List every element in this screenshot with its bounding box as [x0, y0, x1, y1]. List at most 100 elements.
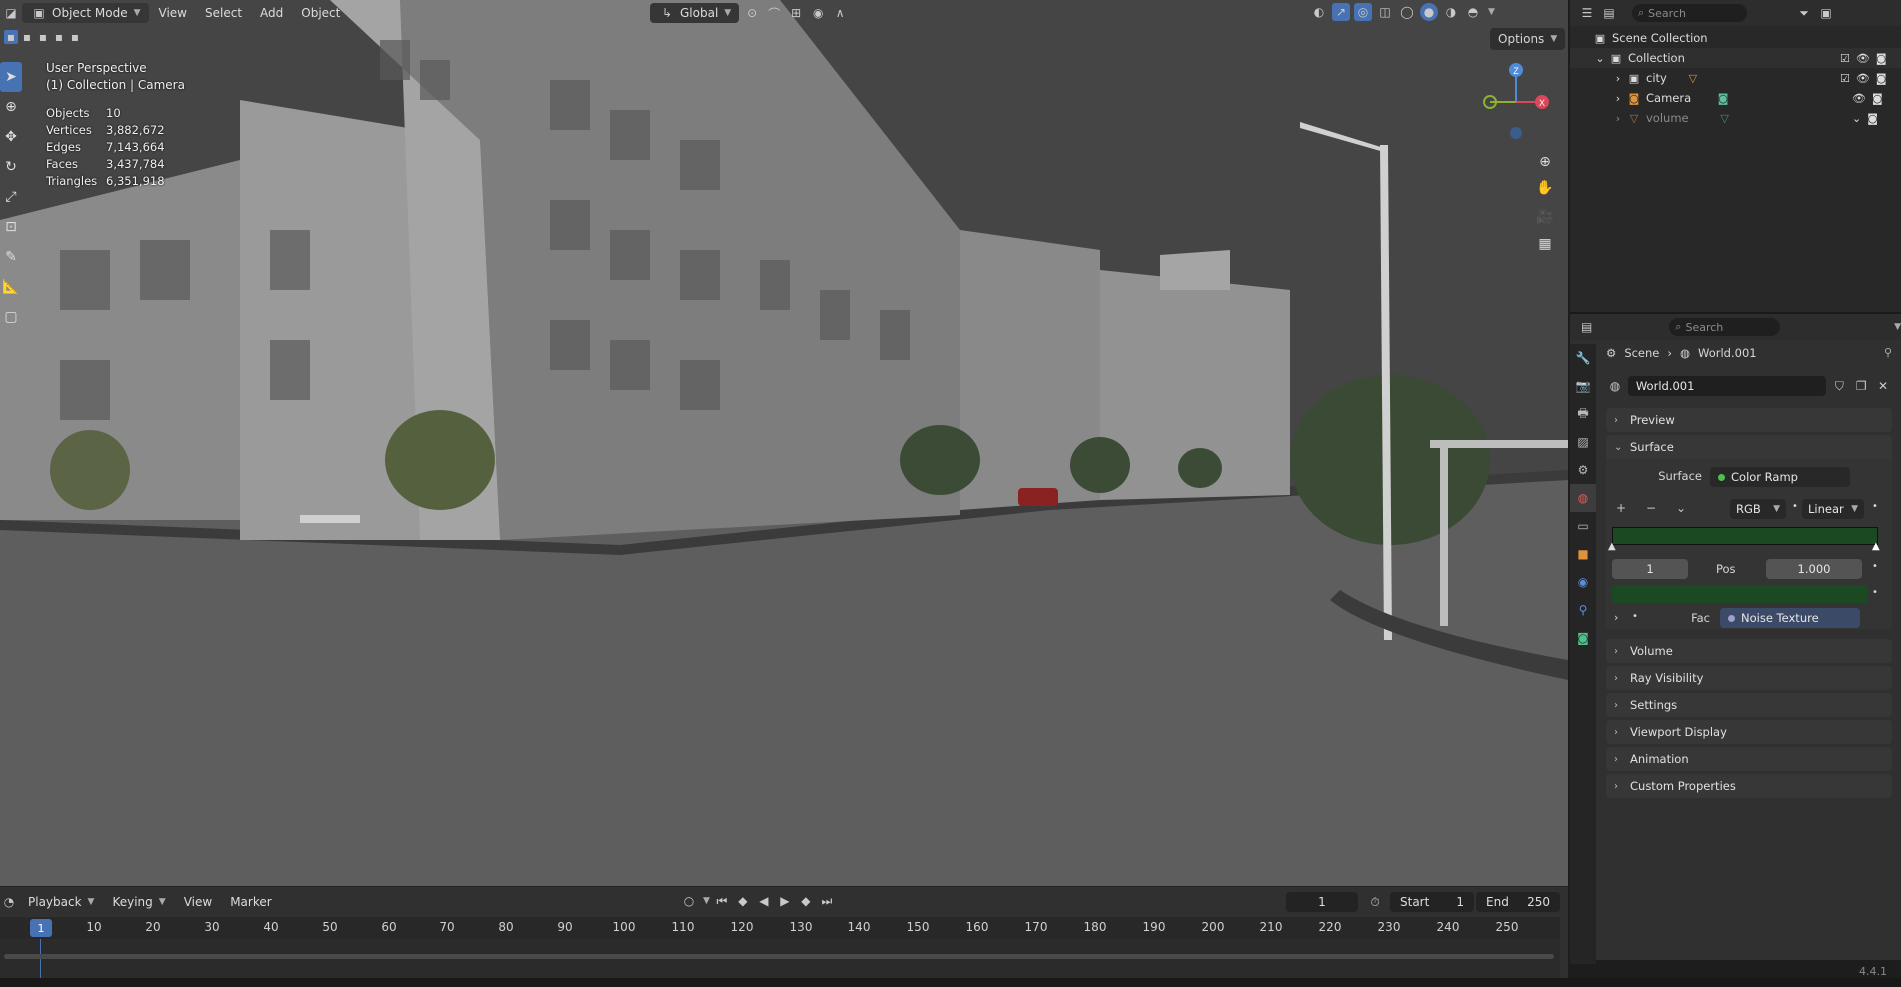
move-tool-icon[interactable]: ✥	[0, 122, 22, 152]
panel-settings[interactable]: › Settings	[1606, 693, 1892, 717]
camera-icon[interactable]: ◙	[1876, 72, 1887, 85]
select-subtract-icon[interactable]: ▪	[36, 30, 50, 44]
select-extend-icon[interactable]: ▪	[20, 30, 34, 44]
start-frame-field[interactable]: Start 1	[1390, 892, 1474, 912]
output-tab-icon[interactable]: 🖶	[1570, 400, 1596, 428]
duplicate-icon[interactable]: ❐	[1852, 377, 1870, 395]
zoom-icon[interactable]: ⊕	[1533, 150, 1557, 174]
end-frame-field[interactable]: End 250	[1476, 892, 1560, 912]
chevron-down-icon[interactable]: ⌄	[1592, 50, 1608, 66]
eye-icon[interactable]: 👁	[1852, 92, 1866, 105]
prev-keyframe-icon[interactable]: ◆	[734, 892, 752, 910]
color-ramp-bar[interactable]	[1612, 527, 1878, 545]
color-mode-dropdown[interactable]: RGB ▼	[1730, 499, 1786, 519]
editor-type-icon[interactable]: ◔	[0, 893, 18, 911]
orientation-dropdown[interactable]: ↳ Global ▼	[650, 3, 740, 23]
constraints-tab-icon[interactable]: ⚲	[1570, 596, 1596, 624]
pin-icon[interactable]: ⚲	[1884, 346, 1892, 359]
outliner-item-collection[interactable]: ⌄ ▣ Collection ☑ 👁 ◙	[1570, 48, 1901, 68]
visibility-icon[interactable]: ◐	[1310, 3, 1328, 21]
object-tab-icon[interactable]: ■	[1570, 540, 1596, 568]
properties-search[interactable]: ⌕ Search	[1669, 318, 1781, 336]
data-tab-icon[interactable]: ◙	[1570, 624, 1596, 652]
new-collection-icon[interactable]: ▣	[1817, 4, 1835, 22]
camera-icon[interactable]: ◙	[1872, 92, 1883, 105]
playhead-marker[interactable]: 1	[30, 919, 52, 937]
overlay-toggle-icon[interactable]: ◎	[1354, 3, 1372, 21]
menu-keying[interactable]: Keying ▼	[104, 892, 173, 912]
play-icon[interactable]: ▶	[776, 892, 794, 910]
navigation-gizmo[interactable]: Z X	[1480, 60, 1554, 140]
falloff-icon[interactable]: ∧	[831, 4, 849, 22]
world-browse-icon[interactable]: ◍	[1606, 377, 1624, 395]
menu-object[interactable]: Object	[293, 3, 348, 23]
unlink-icon[interactable]: ✕	[1874, 377, 1892, 395]
scale-tool-icon[interactable]: ⤢	[0, 182, 22, 212]
jump-end-icon[interactable]: ⏭	[818, 892, 836, 910]
eye-icon[interactable]: 👁	[1856, 52, 1870, 65]
rotate-tool-icon[interactable]: ↻	[0, 152, 22, 182]
chevron-right-icon[interactable]: ›	[1614, 611, 1618, 624]
outliner-search[interactable]: ⌕ Search	[1632, 4, 1747, 22]
measure-tool-icon[interactable]: 📐	[0, 272, 22, 302]
menu-playback[interactable]: Playback ▼	[20, 892, 102, 912]
snap-target-icon[interactable]: ⊞	[787, 4, 805, 22]
camera-icon[interactable]: ◙	[1876, 52, 1887, 65]
physics-tab-icon[interactable]: ◉	[1570, 568, 1596, 596]
outliner-item-city[interactable]: › ▣ city ▽ ☑ 👁 ◙	[1570, 68, 1901, 88]
jump-start-icon[interactable]: ⏮	[713, 892, 731, 910]
world-name-field[interactable]: World.001	[1627, 376, 1827, 396]
editor-type-icon[interactable]: ◪	[2, 4, 20, 22]
gizmo-toggle-icon[interactable]: ↗	[1332, 3, 1350, 21]
timeline-track-area[interactable]	[0, 939, 1560, 979]
stopwatch-icon[interactable]: ⏱	[1366, 893, 1384, 911]
menu-select[interactable]: Select	[197, 3, 250, 23]
options-button[interactable]: Options ▼	[1490, 28, 1566, 50]
keyframe-dot-icon[interactable]: •	[1632, 611, 1638, 622]
menu-add[interactable]: Add	[252, 3, 291, 23]
ramp-stop-left-icon[interactable]: ▲	[1608, 541, 1616, 552]
record-icon[interactable]: ○	[680, 892, 698, 910]
panel-surface[interactable]: ⌄ Surface	[1606, 435, 1892, 459]
breadcrumb-scene[interactable]: Scene	[1624, 346, 1659, 360]
select-intersect-icon[interactable]: ▪	[68, 30, 82, 44]
pan-hand-icon[interactable]: ✋	[1533, 176, 1557, 200]
world-tab-icon[interactable]: ◍	[1570, 484, 1596, 512]
mode-dropdown[interactable]: ▣ Object Mode ▼	[22, 3, 149, 23]
checkbox-icon[interactable]: ☑	[1840, 52, 1850, 65]
ramp-stop-right-icon[interactable]: ▲	[1872, 541, 1880, 552]
material-shading-icon[interactable]: ◑	[1442, 3, 1460, 21]
perspective-toggle-icon[interactable]: ▦	[1533, 232, 1557, 256]
timeline-scrollbar[interactable]	[4, 954, 1554, 959]
solid-shading-icon[interactable]: ●	[1420, 3, 1438, 21]
breadcrumb-world[interactable]: World.001	[1698, 346, 1757, 360]
editor-type-icon[interactable]: ☰	[1578, 4, 1596, 22]
select-new-icon[interactable]: ▪	[4, 30, 18, 44]
wireframe-shading-icon[interactable]: ◯	[1398, 3, 1416, 21]
rendered-shading-icon[interactable]: ◓	[1464, 3, 1482, 21]
checkbox-icon[interactable]: ☑	[1840, 72, 1850, 85]
interpolation-dropdown[interactable]: Linear ▼	[1802, 499, 1864, 519]
keyframe-dot-icon[interactable]: •	[1872, 501, 1878, 512]
annotate-tool-icon[interactable]: ✎	[0, 242, 22, 272]
chevron-down-icon[interactable]: ▼	[703, 896, 710, 906]
outliner-item-scene-collection[interactable]: ▣ Scene Collection	[1570, 28, 1901, 48]
panel-animation[interactable]: › Animation	[1606, 747, 1892, 771]
display-mode-icon[interactable]: ▤	[1600, 4, 1618, 22]
outliner-item-volume[interactable]: › ▽ volume ▽ ⌄ ◙	[1570, 108, 1901, 128]
pos-field[interactable]: 1.000	[1766, 559, 1862, 579]
menu-view[interactable]: View	[176, 892, 220, 912]
camera-icon[interactable]: ◙	[1867, 112, 1878, 125]
3d-viewport[interactable]: ◪ ▣ Object Mode ▼ View Select Add Object…	[0, 0, 1568, 886]
stop-color-swatch[interactable]	[1612, 585, 1868, 603]
menu-view[interactable]: View	[151, 3, 195, 23]
chevron-down-icon[interactable]: ▼	[1488, 7, 1495, 17]
view-layer-tab-icon[interactable]: ▨	[1570, 428, 1596, 456]
current-frame-field[interactable]: 1	[1286, 892, 1358, 912]
select-box-tool-icon[interactable]: ➤	[0, 62, 22, 92]
camera-view-icon[interactable]: 🎥	[1533, 205, 1557, 229]
collection-tab-icon[interactable]: ▭	[1570, 512, 1596, 540]
surface-shader-field[interactable]: Color Ramp	[1710, 467, 1850, 487]
keyframe-dot-icon[interactable]: •	[1872, 561, 1878, 572]
next-keyframe-icon[interactable]: ◆	[797, 892, 815, 910]
